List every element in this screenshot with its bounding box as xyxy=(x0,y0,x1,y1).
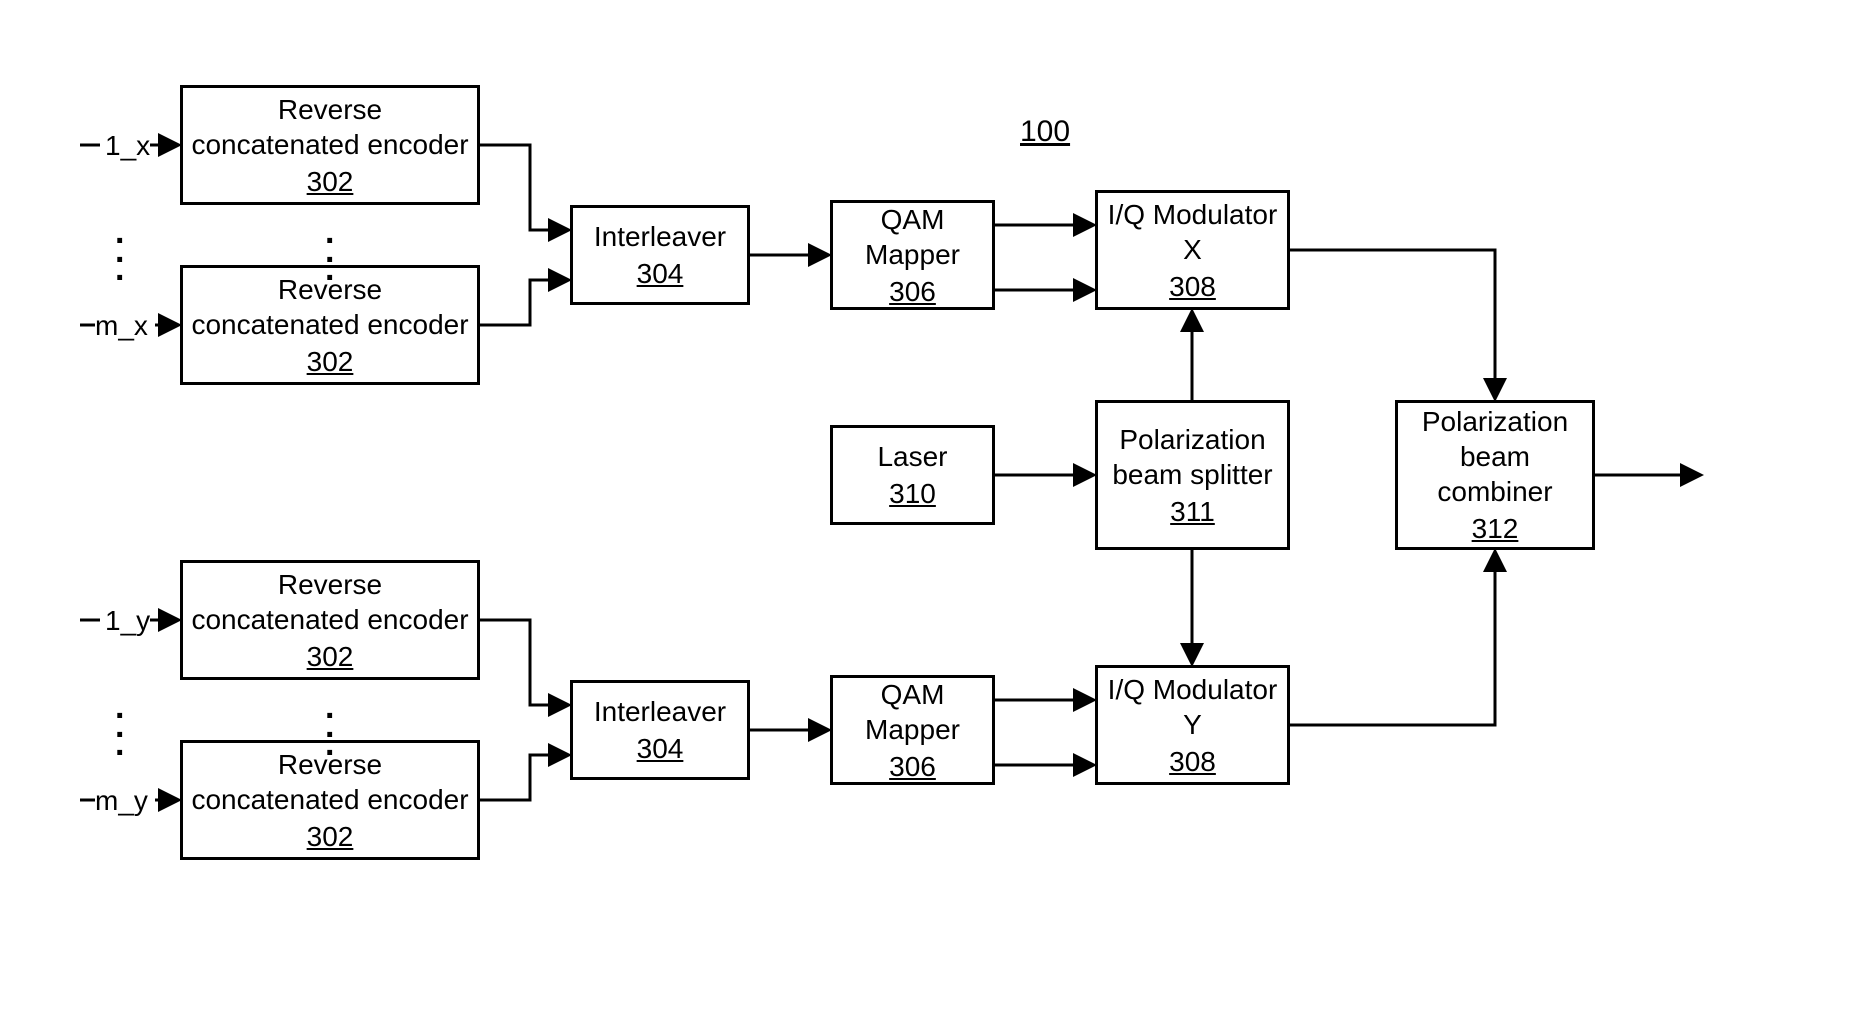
label-encoder-y1: Reverse concatenated encoder xyxy=(191,567,469,637)
ref-modulator-y: 308 xyxy=(1169,744,1216,779)
block-laser: Laser 310 xyxy=(830,425,995,525)
input-label-my: m_y xyxy=(95,785,148,817)
block-interleaver-y: Interleaver 304 xyxy=(570,680,750,780)
block-mapper-y: QAM Mapper 306 xyxy=(830,675,995,785)
block-modulator-x: I/Q Modulator X 308 xyxy=(1095,190,1290,310)
block-interleaver-x: Interleaver 304 xyxy=(570,205,750,305)
ellipsis-inputs-x: ... xyxy=(115,223,124,279)
ref-encoder-xm: 302 xyxy=(307,344,354,379)
label-modulator-y: I/Q Modulator Y xyxy=(1106,672,1279,742)
ref-combiner: 312 xyxy=(1472,511,1519,546)
ref-mapper-y: 306 xyxy=(889,749,936,784)
block-mapper-x: QAM Mapper 306 xyxy=(830,200,995,310)
label-mapper-y: QAM Mapper xyxy=(841,677,984,747)
label-modulator-x: I/Q Modulator X xyxy=(1106,197,1279,267)
block-encoder-x1: Reverse concatenated encoder 302 xyxy=(180,85,480,205)
block-encoder-y1: Reverse concatenated encoder 302 xyxy=(180,560,480,680)
input-label-mx: m_x xyxy=(95,310,148,342)
label-interleaver-x: Interleaver xyxy=(594,219,726,254)
ref-encoder-ym: 302 xyxy=(307,819,354,854)
ellipsis-inputs-y: ... xyxy=(115,698,124,754)
label-laser: Laser xyxy=(877,439,947,474)
ellipsis-encoders-x: ... xyxy=(325,223,334,279)
ref-interleaver-x: 304 xyxy=(637,256,684,291)
block-modulator-y: I/Q Modulator Y 308 xyxy=(1095,665,1290,785)
ref-encoder-y1: 302 xyxy=(307,639,354,674)
figure-reference: 100 xyxy=(1020,115,1070,149)
ref-laser: 310 xyxy=(889,476,936,511)
ref-encoder-x1: 302 xyxy=(307,164,354,199)
ellipsis-encoders-y: ... xyxy=(325,698,334,754)
input-label-1x: 1_x xyxy=(105,130,150,162)
ref-splitter: 311 xyxy=(1170,494,1215,529)
ref-mapper-x: 306 xyxy=(889,274,936,309)
ref-modulator-x: 308 xyxy=(1169,269,1216,304)
block-splitter: Polarization beam splitter 311 xyxy=(1095,400,1290,550)
label-splitter: Polarization beam splitter xyxy=(1106,422,1279,492)
label-combiner: Polarization beam combiner xyxy=(1406,404,1584,509)
ref-interleaver-y: 304 xyxy=(637,731,684,766)
block-combiner: Polarization beam combiner 312 xyxy=(1395,400,1595,550)
input-label-1y: 1_y xyxy=(105,605,150,637)
label-mapper-x: QAM Mapper xyxy=(841,202,984,272)
label-interleaver-y: Interleaver xyxy=(594,694,726,729)
label-encoder-x1: Reverse concatenated encoder xyxy=(191,92,469,162)
